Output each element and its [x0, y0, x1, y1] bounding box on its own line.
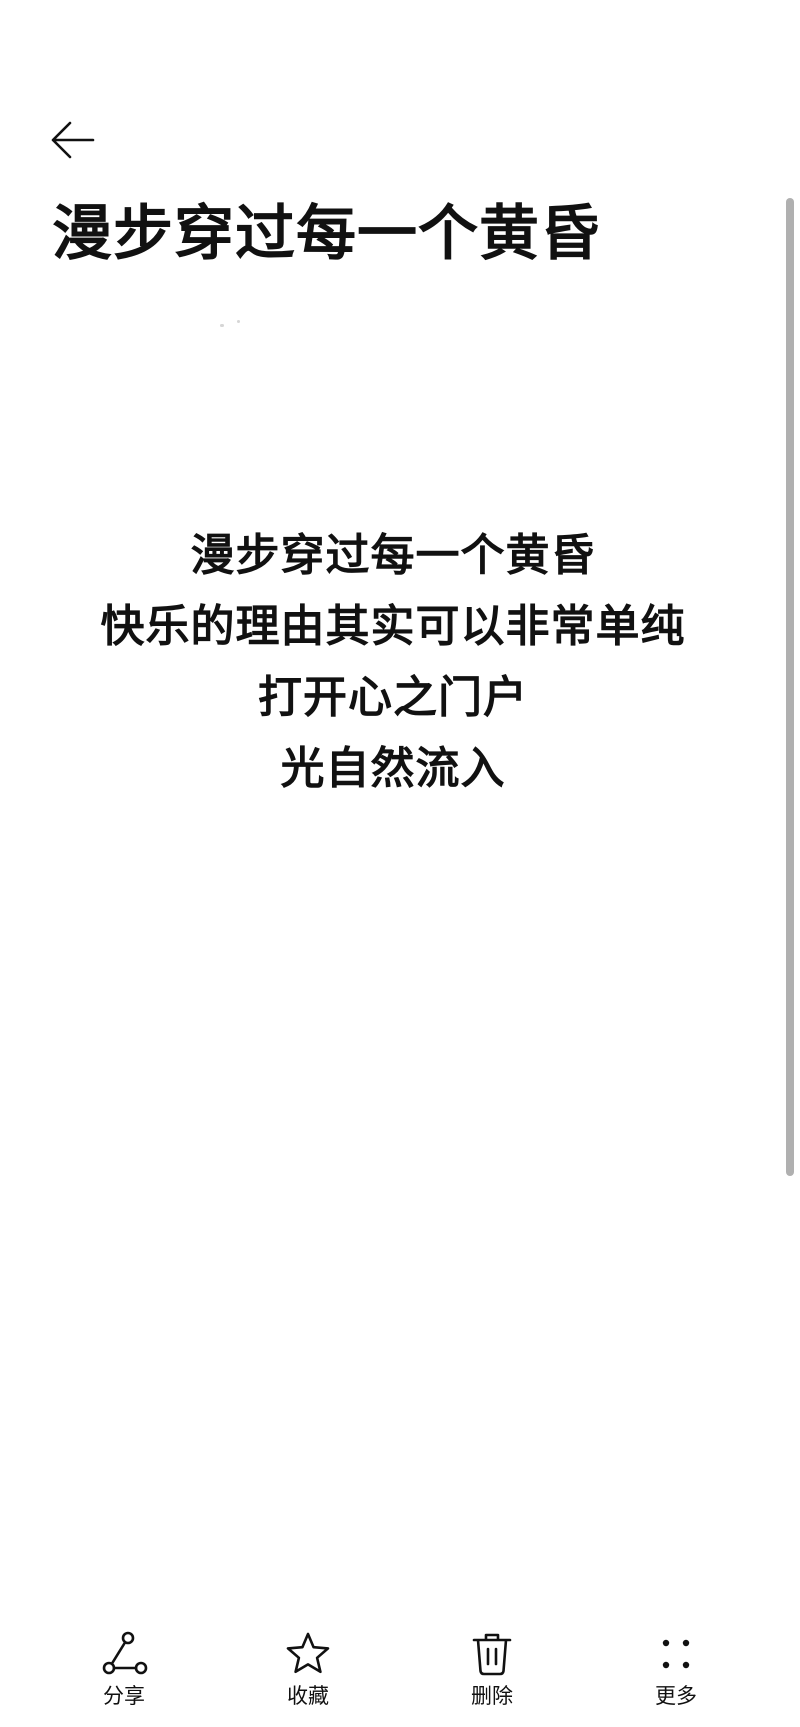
arrow-left-icon: [51, 121, 95, 159]
note-body: 漫步穿过每一个黄昏 快乐的理由其实可以非常单纯 打开心之门户 光自然流入: [0, 520, 786, 804]
back-button[interactable]: [44, 112, 100, 168]
more-dots-icon: [650, 1628, 702, 1680]
note-detail-screen: 漫步穿过每一个黄昏 漫步穿过每一个黄昏 快乐的理由其实可以非常单纯 打开心之门户…: [0, 0, 800, 1727]
more-label: 更多: [655, 1684, 697, 1708]
body-line-1: 漫步穿过每一个黄昏: [190, 530, 596, 581]
faint-speck: [237, 320, 240, 323]
delete-button[interactable]: 删除: [432, 1628, 552, 1720]
trash-icon: [466, 1628, 518, 1680]
page-title: 漫步穿过每一个黄昏: [52, 199, 601, 269]
scrollbar[interactable]: [786, 198, 794, 1176]
star-icon: [282, 1628, 334, 1680]
more-button[interactable]: 更多: [616, 1628, 736, 1720]
body-line-4: 光自然流入: [280, 743, 506, 794]
body-line-3: 打开心之门户: [258, 672, 528, 723]
delete-label: 删除: [471, 1684, 513, 1708]
body-line-2: 快乐的理由其实可以非常单纯: [100, 601, 686, 652]
share-label: 分享: [103, 1684, 145, 1708]
faint-speck: [220, 324, 224, 327]
favorite-button[interactable]: 收藏: [248, 1628, 368, 1720]
share-icon: [98, 1628, 150, 1680]
share-button[interactable]: 分享: [64, 1628, 184, 1720]
bottom-toolbar: 分享 收藏 删除 更多: [0, 1620, 786, 1727]
favorite-label: 收藏: [287, 1684, 329, 1708]
